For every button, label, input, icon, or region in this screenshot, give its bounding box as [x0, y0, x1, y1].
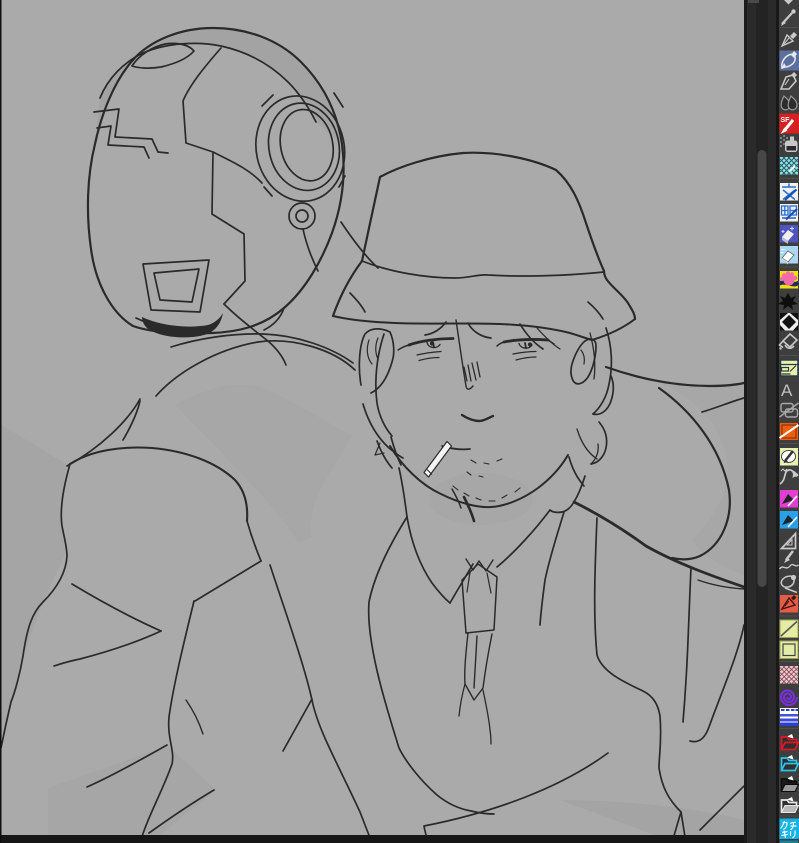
svg-text:A: A: [781, 381, 793, 400]
